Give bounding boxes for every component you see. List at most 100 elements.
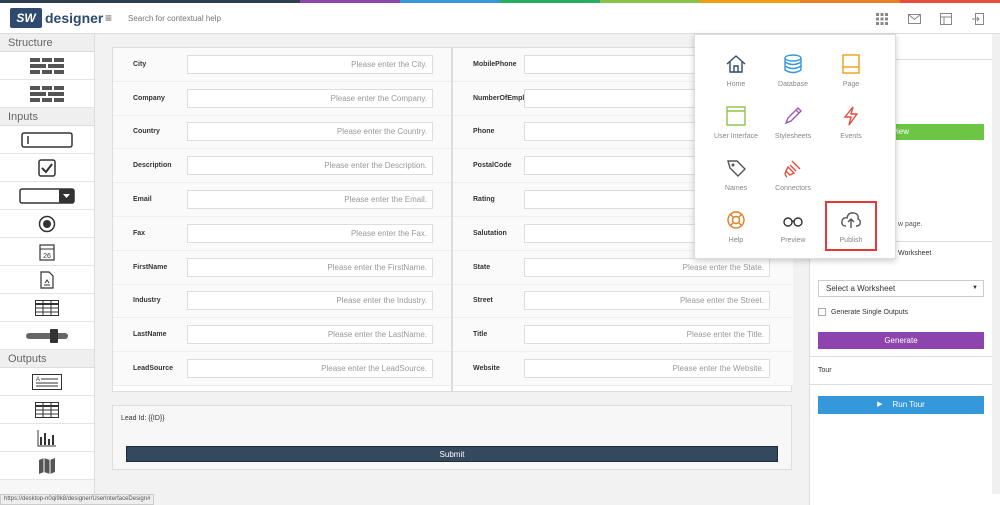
field-label: Description <box>133 162 172 170</box>
row-layout-icon[interactable] <box>0 52 94 80</box>
inputs-header: Inputs <box>0 108 94 126</box>
grid-input-icon[interactable] <box>0 294 94 322</box>
form-row: Company Please enter the Company. <box>113 81 453 116</box>
field-input[interactable]: Please enter the City. <box>187 54 433 74</box>
field-label: Industry <box>133 297 161 305</box>
map-output-icon[interactable] <box>0 452 94 480</box>
field-input[interactable]: Please enter the FirstName. <box>187 257 433 277</box>
checkbox-icon[interactable] <box>0 154 94 182</box>
tile-label: Connectors <box>775 185 811 192</box>
field-label: FirstName <box>133 263 168 271</box>
field-input[interactable]: Please enter the Website. <box>524 359 770 379</box>
popup-tile-preview[interactable]: Preview <box>768 207 818 255</box>
popup-tile-user-interface[interactable]: User Interface <box>711 103 761 151</box>
form-row: Email Please enter the Email. <box>113 183 453 217</box>
page-scrollbar[interactable] <box>992 34 1000 494</box>
run-tour-label: Run Tour <box>892 400 925 409</box>
worksheet-label: Worksheet <box>898 250 932 257</box>
form-column-left: City Please enter the City. Company Please … <box>113 48 453 386</box>
field-input[interactable]: Please enter the State. <box>524 257 770 277</box>
generate-single-outputs-checkbox[interactable] <box>818 308 826 316</box>
popup-tile-page[interactable]: Page <box>826 51 876 99</box>
form-row: Description Please enter the Description. <box>113 149 453 184</box>
field-input[interactable]: Please enter the Street. <box>524 291 770 311</box>
field-label: Salutation <box>473 229 507 237</box>
hamburger-menu-icon[interactable]: ≡ <box>105 11 112 25</box>
popup-tile-stylesheets[interactable]: Stylesheets <box>768 103 818 151</box>
logo[interactable]: SW designer <box>10 8 103 28</box>
field-input[interactable]: Please enter the Industry. <box>187 291 433 311</box>
radio-button-icon[interactable] <box>0 210 94 238</box>
chevron-down-icon: ▼ <box>972 285 978 291</box>
form-row: City Please enter the City. <box>113 48 453 82</box>
generate-single-outputs-option[interactable]: Generate Single Outputs <box>818 308 908 316</box>
apps-grid-icon[interactable] <box>872 9 892 29</box>
document-icon[interactable] <box>936 9 956 29</box>
tile-label: Database <box>778 81 808 88</box>
form-row: LeadSource Please enter the LeadSource. <box>113 352 453 386</box>
lead-id-label: Lead Id: {{ID}} <box>121 415 165 422</box>
calendar-icon[interactable]: 26 <box>0 238 94 266</box>
worksheet-select[interactable]: Select a Worksheet ▼ <box>818 280 984 297</box>
search-input[interactable] <box>128 9 428 27</box>
home-icon <box>726 55 746 73</box>
form-row: LastName Please enter the LastName. <box>113 318 453 353</box>
toolbox-sidebar: Structure Inputs 26 Outputs A <box>0 34 95 494</box>
field-input[interactable]: Please enter the Company. <box>187 88 433 108</box>
svg-text:26: 26 <box>43 253 51 260</box>
slider-icon[interactable] <box>0 322 94 350</box>
file-upload-icon[interactable] <box>0 266 94 294</box>
popup-tile-connectors[interactable]: Connectors <box>768 155 818 203</box>
run-tour-button[interactable]: ▶ Run Tour <box>818 396 984 414</box>
page-text: w page. <box>898 221 923 228</box>
popup-tile-events[interactable]: Events <box>826 103 876 151</box>
field-input[interactable]: Please enter the Description. <box>187 156 433 176</box>
textbox-icon[interactable] <box>0 126 94 154</box>
popup-tile-help[interactable]: Help <box>711 207 761 255</box>
generate-single-outputs-label: Generate Single Outputs <box>831 308 909 316</box>
popup-tile-database[interactable]: Database <box>768 51 818 99</box>
field-input[interactable]: Please enter the Title. <box>524 325 770 345</box>
generate-button[interactable]: Generate <box>818 332 984 349</box>
logout-icon[interactable] <box>968 9 988 29</box>
dropdown-icon[interactable] <box>0 182 94 210</box>
submit-button[interactable]: Submit <box>126 446 778 462</box>
form-row: Country Please enter the Country. <box>113 115 453 150</box>
mail-icon[interactable] <box>904 9 924 29</box>
plug-icon <box>784 160 801 178</box>
form-row: Title Please enter the Title. <box>453 318 793 353</box>
table-output-icon[interactable] <box>0 396 94 424</box>
field-input[interactable]: Please enter the Email. <box>187 190 433 210</box>
field-label: Company <box>133 94 165 102</box>
tile-label: Names <box>724 185 748 192</box>
field-input[interactable]: Please enter the Fax. <box>187 223 433 243</box>
form-row: Fax Please enter the Fax. <box>113 216 453 251</box>
logo-mark: SW <box>10 8 42 28</box>
field-label: Email <box>133 196 152 204</box>
form-row: Website Please enter the Website. <box>453 352 793 386</box>
glasses-icon <box>783 217 803 227</box>
pencil-icon <box>784 107 802 125</box>
field-label: NumberOfEmployees <box>473 94 545 102</box>
form-row: Industry Please enter the Industry. <box>113 284 453 319</box>
play-icon: ▶ <box>877 401 883 408</box>
field-label: Fax <box>133 229 146 237</box>
tile-label: Help <box>728 237 744 244</box>
form-canvas: City Please enter the City. Company Please … <box>112 47 793 392</box>
field-label: Title <box>473 331 488 339</box>
chart-output-icon[interactable] <box>0 424 94 452</box>
field-label: Website <box>473 365 500 373</box>
popup-tile-home[interactable]: Home <box>711 51 761 99</box>
field-input[interactable]: Please enter the LastName. <box>187 325 433 345</box>
top-bar: SW designer ≡ <box>0 3 1000 34</box>
text-output-icon[interactable]: A <box>0 368 94 396</box>
field-input[interactable]: Please enter the Country. <box>187 122 433 142</box>
popup-tile-names[interactable]: Names <box>711 155 761 203</box>
status-bar-url: https://desktop-n0qi9k8/designer/UserInt… <box>0 494 155 505</box>
apps-popup-menu: Home Database Page User Interface Styles… <box>694 34 896 259</box>
field-input[interactable]: Please enter the LeadSource. <box>187 359 433 379</box>
field-label: Street <box>473 297 493 305</box>
column-layout-icon[interactable] <box>0 80 94 108</box>
field-label: LeadSource <box>133 365 174 373</box>
tile-label: Home <box>726 81 746 88</box>
